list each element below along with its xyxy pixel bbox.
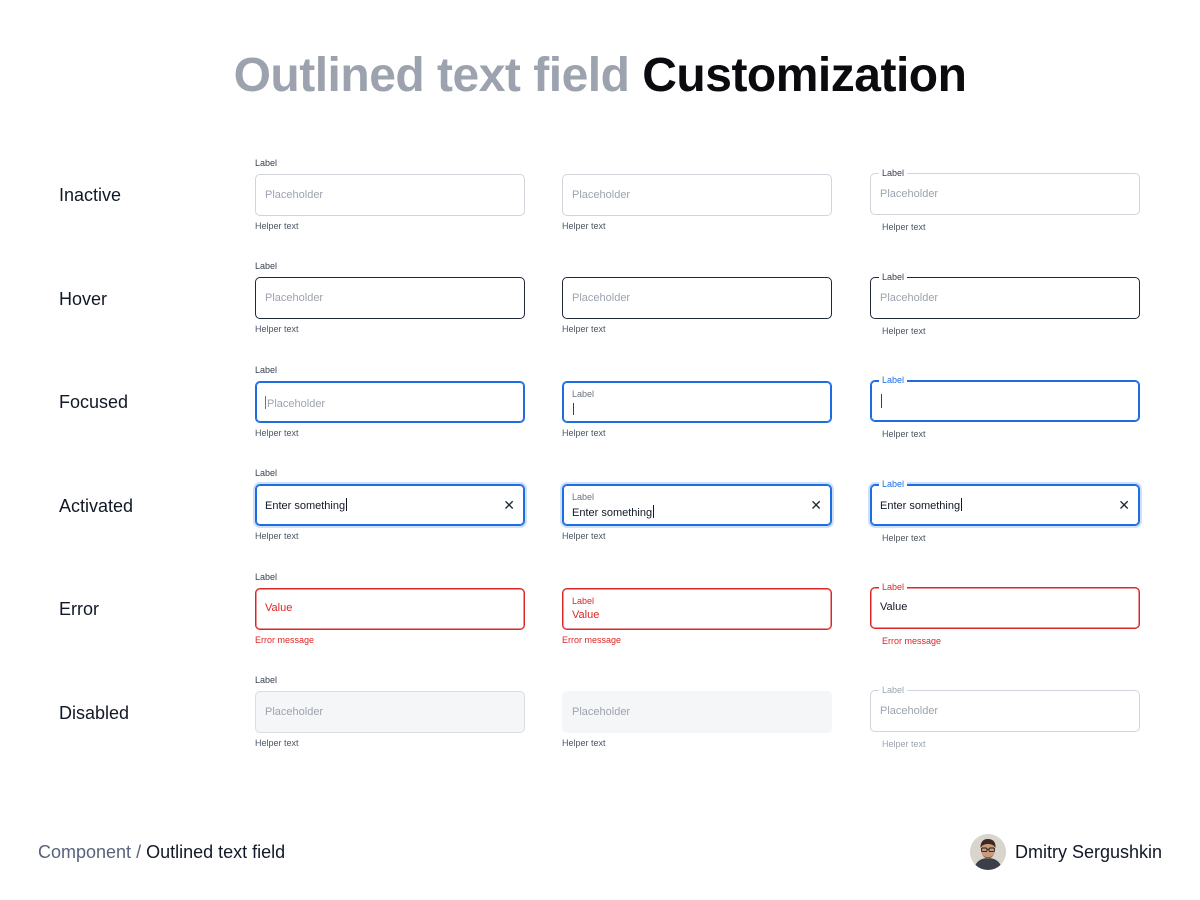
helper-text: Helper text: [255, 221, 299, 231]
field-label: Label: [255, 468, 278, 478]
error-message: Error message: [562, 635, 622, 645]
breadcrumb: Component / Outlined text field: [38, 842, 285, 863]
placeholder-text: Placeholder: [572, 189, 631, 201]
field-label: Label: [255, 261, 278, 271]
field-label: Label: [879, 478, 908, 490]
error-message: Error message: [255, 635, 315, 645]
title-strong: Customization: [642, 49, 967, 102]
text-caret: [881, 394, 882, 408]
row-label-disabled: Disabled: [59, 703, 130, 723]
placeholder-text: Placeholder: [572, 292, 631, 304]
avatar: [969, 834, 1006, 870]
helper-text: Helper text: [882, 222, 926, 232]
field-label: Label: [255, 572, 278, 582]
helper-text: Helper text: [255, 324, 299, 334]
helper-text: Helper text: [562, 324, 606, 334]
field-label: Label: [879, 581, 908, 593]
text-input[interactable]: Label: [870, 374, 1140, 422]
helper-text: Helper text: [562, 221, 606, 231]
text-input[interactable]: Placeholder: [255, 381, 525, 423]
placeholder-text: Placeholder: [572, 706, 631, 718]
text-caret: [265, 396, 266, 409]
row-label-inactive: Inactive: [59, 185, 122, 205]
text-input[interactable]: Placeholder: [562, 174, 832, 216]
text-input[interactable]: Label Value: [870, 581, 1140, 629]
field-label: Label: [255, 365, 278, 375]
input-value: Enter something: [572, 505, 655, 519]
placeholder-text: Placeholder: [265, 396, 326, 410]
row-label-hover: Hover: [59, 289, 108, 309]
breadcrumb-separator: /: [131, 842, 147, 862]
helper-text: Helper text: [562, 738, 606, 748]
placeholder-text: Placeholder: [880, 292, 939, 304]
placeholder-text: Placeholder: [265, 292, 324, 304]
breadcrumb-current: Outlined text field: [146, 842, 286, 862]
text-input[interactable]: Placeholder: [562, 277, 832, 319]
helper-text: Helper text: [562, 531, 606, 541]
helper-text: Helper text: [255, 531, 299, 541]
field-label: Label: [255, 158, 278, 168]
text-input[interactable]: Label Value: [562, 588, 832, 630]
helper-text: Helper text: [255, 738, 299, 748]
field-label: Label: [879, 167, 908, 179]
text-input[interactable]: Label Placeholder: [870, 271, 1140, 319]
field-label: Label: [572, 596, 595, 606]
input-value: Value: [265, 602, 293, 614]
helper-text: Helper text: [562, 428, 606, 438]
close-icon[interactable]: ✕: [810, 497, 822, 513]
helper-text: Helper text: [882, 429, 926, 439]
field-label: Label: [572, 389, 595, 399]
breadcrumb-root[interactable]: Component: [38, 842, 131, 862]
helper-text: Helper text: [882, 739, 926, 749]
field-label: Label: [255, 675, 278, 685]
close-icon[interactable]: ✕: [503, 497, 515, 513]
page-title: Outlined text field Customization: [0, 48, 1200, 103]
row-label-focused: Focused: [59, 392, 129, 412]
text-input[interactable]: Placeholder: [255, 174, 525, 216]
text-caret: [346, 498, 348, 511]
text-input[interactable]: Placeholder: [255, 277, 525, 319]
close-icon[interactable]: ✕: [1118, 497, 1130, 513]
helper-text: Helper text: [882, 326, 926, 336]
text-caret: [573, 403, 574, 415]
text-input[interactable]: Label Enter something ✕: [870, 478, 1140, 526]
text-input: Placeholder: [255, 691, 525, 733]
input-value: Value: [880, 601, 908, 613]
placeholder-text: Placeholder: [265, 189, 324, 201]
text-input[interactable]: Label Enter something ✕: [562, 484, 832, 526]
avatar-image: [969, 834, 1006, 870]
text-input[interactable]: Enter something ✕: [255, 484, 525, 526]
author-name: Dmitry Sergushkin: [1014, 841, 1162, 862]
text-caret: [961, 498, 963, 511]
helper-text: Helper text: [882, 533, 926, 543]
field-label: Label: [879, 684, 908, 696]
field-label: Label: [879, 271, 908, 283]
text-caret: [653, 505, 655, 518]
text-input[interactable]: Value: [255, 588, 525, 630]
error-message: Error message: [882, 636, 942, 646]
helper-text: Helper text: [255, 428, 299, 438]
text-input[interactable]: Label: [562, 381, 832, 423]
field-label: Label: [879, 374, 908, 386]
input-value: Value: [572, 609, 600, 621]
row-label-activated: Activated: [59, 496, 134, 516]
input-value: Enter something: [265, 498, 348, 512]
field-label: Label: [572, 492, 595, 502]
placeholder-text: Placeholder: [880, 188, 939, 200]
row-label-error: Error: [59, 599, 99, 619]
input-value: Enter something: [880, 498, 963, 512]
text-input[interactable]: Label Placeholder: [870, 167, 1140, 215]
author-block: Dmitry Sergushkin: [969, 834, 1162, 870]
text-input: Label Placeholder: [870, 684, 1140, 732]
placeholder-text: Placeholder: [880, 705, 939, 717]
title-muted: Outlined text field: [233, 49, 630, 102]
placeholder-text: Placeholder: [265, 706, 324, 718]
text-input: Placeholder: [562, 691, 832, 733]
